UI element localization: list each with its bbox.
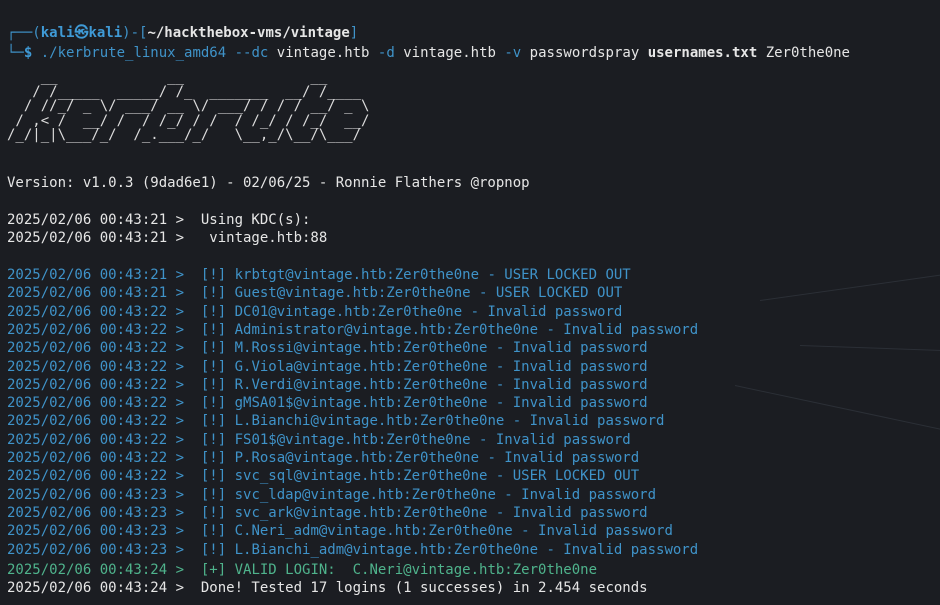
result-line: 2025/02/06 00:43:22 > [!] R.Verdi@vintag… [7, 376, 648, 393]
background-line [734, 385, 940, 432]
result-line: 2025/02/06 00:43:22 > [!] DC01@vintage.h… [7, 303, 623, 320]
result-line: 2025/02/06 00:43:23 > [!] L.Bianchi_adm@… [7, 541, 699, 558]
result-line: 2025/02/06 00:43:23 > [!] svc_ldap@vinta… [7, 486, 657, 503]
result-line: 2025/02/06 00:43:22 > [!] svc_sql@vintag… [7, 468, 640, 485]
result-line: 2025/02/06 00:43:22 > [!] M.Rossi@vintag… [7, 340, 648, 357]
summary-line: 2025/02/06 00:43:24 > Done! Tested 17 lo… [7, 580, 648, 596]
result-line: 2025/02/06 00:43:22 > [!] FS01$@vintage.… [7, 431, 631, 448]
kerbrute-ascii-banner: __ __ __ / /_____ _____/ /_ _______ __/ … [7, 69, 370, 143]
result-line: 2025/02/06 00:43:21 > [!] krbtgt@vintage… [7, 267, 631, 283]
result-line: 2025/02/06 00:43:22 > [!] P.Rosa@vintage… [7, 450, 640, 466]
kdc-line: 2025/02/06 00:43:21 > Using KDC(s): [7, 212, 311, 228]
result-line: 2025/02/06 00:43:22 > [!] gMSA01$@vintag… [7, 395, 648, 412]
background-line [759, 272, 940, 301]
result-line: 2025/02/06 00:43:22 > [!] Administrator@… [7, 321, 699, 338]
version-line: Version: v1.0.3 (9dad6e1) - 02/06/25 - R… [7, 175, 530, 191]
prompt-dollar: $ [23, 45, 33, 61]
result-line: 2025/02/06 00:43:23 > [!] svc_ark@vintag… [7, 504, 648, 521]
result-line: 2025/02/06 00:43:22 > [!] G.Viola@vintag… [7, 358, 648, 375]
kdc-line: 2025/02/06 00:43:21 > vintage.htb:88 [7, 230, 328, 246]
command-line: └─$ ./kerbrute_linux_amd64 --dc vintage.… [7, 45, 850, 61]
background-line [799, 345, 940, 352]
result-line: 2025/02/06 00:43:23 > [!] C.Neri_adm@vin… [7, 523, 673, 540]
result-line: 2025/02/06 00:43:22 > [!] L.Bianchi@vint… [7, 413, 665, 430]
command-binary: ./kerbrute_linux_amd64 [40, 45, 227, 61]
result-line: 2025/02/06 00:43:21 > [!] Guest@vintage.… [7, 285, 623, 302]
valid-login-line: 2025/02/06 00:43:24 > [+] VALID LOGIN: C… [7, 562, 598, 578]
